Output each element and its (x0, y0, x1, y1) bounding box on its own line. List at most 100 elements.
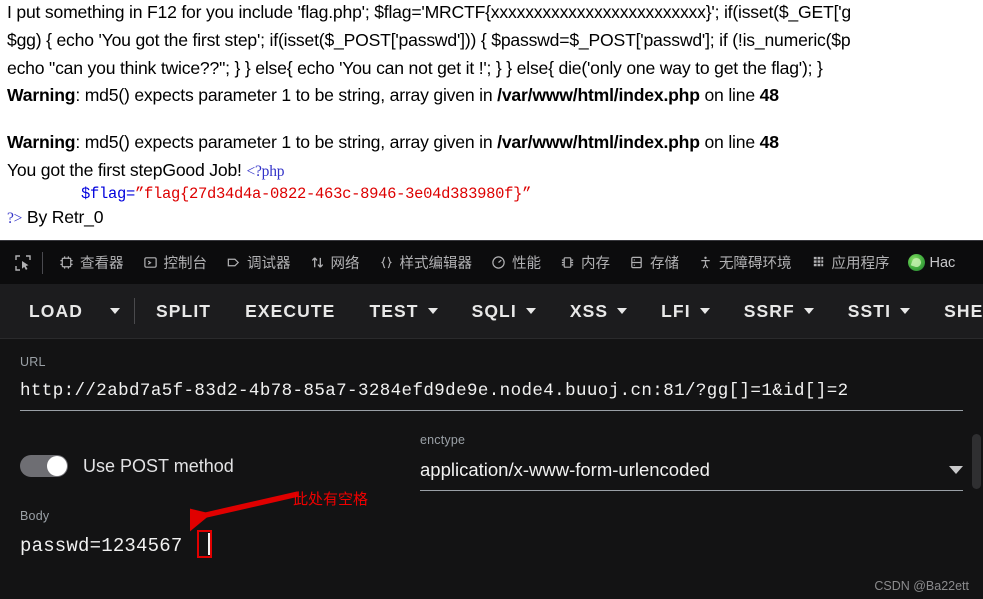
php-warning-line-1: Warning: md5() expects parameter 1 to be… (7, 86, 779, 105)
accessibility-icon (697, 254, 714, 271)
php-close-tag: ?> (7, 210, 23, 227)
tab-inspector-label: 查看器 (80, 256, 124, 272)
toggle-knob (47, 456, 67, 476)
hackbar-lfi-menu[interactable]: LFI (654, 301, 717, 322)
tab-style-editor-label: 样式编辑器 (399, 256, 473, 272)
csdn-watermark: CSDN @Ba22ett (874, 579, 969, 593)
storage-icon (628, 254, 645, 271)
console-icon (142, 254, 159, 271)
tab-accessibility[interactable]: 无障碍环境 (688, 241, 801, 284)
flag-quote-close: ” (522, 185, 532, 203)
element-picker-icon[interactable] (6, 248, 40, 278)
hackbar-ssti-menu[interactable]: SSTI (841, 301, 917, 322)
hackbar-menu-bar: LOAD SPLIT EXECUTE TEST SQLI XSS LFI SSR… (0, 284, 983, 339)
warning-label-2: Warning (7, 132, 76, 152)
xss-chevron-down-icon (617, 308, 628, 314)
tab-network[interactable]: 网络 (300, 241, 369, 284)
enctype-label: enctype (420, 433, 466, 447)
hackbar-sqli-menu[interactable]: SQLI (465, 301, 543, 322)
enctype-underline (420, 490, 963, 491)
hackbar-test-label: TEST (369, 300, 419, 321)
use-post-method-label: Use POST method (83, 455, 234, 476)
warning-text-2: : md5() expects parameter 1 to be string… (75, 132, 498, 152)
php-close-line: ?> By Retr_0 (7, 207, 104, 228)
tab-application[interactable]: 应用程序 (801, 241, 899, 284)
tab-application-label: 应用程序 (831, 256, 890, 272)
post-and-enctype-row: Use POST method enctype application/x-ww… (20, 433, 963, 491)
lfi-chevron-down-icon (699, 308, 710, 314)
warning-suffix: on line (699, 85, 760, 105)
space-highlight-box (197, 530, 212, 558)
warning-line-number: 48 (759, 85, 779, 105)
hackbar-lfi-label: LFI (661, 300, 691, 321)
enctype-select[interactable]: application/x-www-form-urlencoded (420, 447, 963, 490)
ssrf-chevron-down-icon (803, 308, 814, 314)
body-input[interactable]: passwd=1234567 (20, 523, 963, 599)
test-chevron-down-icon (427, 308, 438, 314)
hackbar-ssrf-label: SSRF (743, 300, 795, 321)
application-icon (810, 254, 827, 271)
tab-performance[interactable]: 性能 (481, 241, 550, 284)
got-first-step-line: You got the first stepGood Job! <?php (7, 160, 285, 181)
hackbar-execute-button[interactable]: EXECUTE (238, 301, 342, 322)
tab-memory-label: 内存 (581, 256, 610, 272)
hackbar-scrollbar-thumb[interactable] (972, 434, 981, 489)
text-cursor (208, 533, 210, 555)
tab-console-label: 控制台 (163, 256, 208, 272)
load-chevron-down-icon[interactable] (109, 308, 120, 314)
flag-line: $flag=”flag{27d34d4a-0822-463c-8946-3e04… (7, 183, 531, 204)
tab-hackbar[interactable]: Hac (899, 241, 965, 284)
style-editor-icon (378, 254, 395, 271)
hackbar-shell-label: SHELL (944, 300, 983, 321)
hackbar-split-button[interactable]: SPLIT (149, 301, 218, 322)
hackbar-xss-menu[interactable]: XSS (563, 301, 634, 322)
toolbar-divider (42, 251, 43, 274)
php-warning-line-2: Warning: md5() expects parameter 1 to be… (7, 133, 779, 152)
php-source-line-1: I put something in F12 for you include '… (7, 2, 852, 22)
hackbar-split-label: SPLIT (155, 300, 212, 321)
performance-icon (490, 254, 507, 271)
hackbar-load-button[interactable]: LOAD (22, 301, 90, 322)
hackbar-ssrf-menu[interactable]: SSRF (737, 301, 821, 322)
browser-page-content: I put something in F12 for you include '… (0, 0, 983, 240)
body-field-label: Body (20, 509, 50, 523)
tab-console[interactable]: 控制台 (133, 241, 217, 284)
body-input-text: passwd=1234567 (20, 535, 195, 557)
tab-accessibility-label: 无障碍环境 (719, 256, 792, 272)
inspector-icon (58, 254, 75, 271)
enctype-selected-value: application/x-www-form-urlencoded (420, 459, 710, 480)
tab-debugger[interactable]: 调试器 (216, 241, 300, 284)
tab-performance-label: 性能 (512, 256, 541, 272)
tab-memory[interactable]: 内存 (550, 241, 619, 284)
use-post-method-row[interactable]: Use POST method (20, 433, 420, 477)
tab-style-editor[interactable]: 样式编辑器 (369, 241, 482, 284)
ssti-chevron-down-icon (900, 308, 911, 314)
sqli-chevron-down-icon (525, 308, 536, 314)
got-first-step-text: You got the first stepGood Job! (7, 160, 247, 180)
hackbar-body: URL http://2abd7a5f-83d2-4b78-85a7-3284e… (0, 355, 983, 599)
url-input[interactable]: http://2abd7a5f-83d2-4b78-85a7-3284efd9d… (20, 369, 963, 410)
hackbar-sqli-label: SQLI (471, 300, 517, 321)
warning-file-path-2: /var/www/html/index.php (497, 132, 700, 152)
hackbar-panel: LOAD SPLIT EXECUTE TEST SQLI XSS LFI SSR… (0, 284, 983, 599)
warning-text: : md5() expects parameter 1 to be string… (75, 85, 498, 105)
warning-line-number-2: 48 (759, 132, 779, 152)
hackbar-test-menu[interactable]: TEST (362, 301, 444, 322)
tab-storage[interactable]: 存储 (619, 241, 688, 284)
devtools-toolbar: 查看器 控制台 调试器 网络 样式编辑器 性能 内存 存储 无障碍环境 应用程序… (0, 240, 983, 284)
tab-inspector[interactable]: 查看器 (49, 241, 133, 284)
hackbar-ssti-label: SSTI (847, 300, 892, 321)
debugger-icon (225, 254, 242, 271)
body-field: Body passwd=1234567 (20, 509, 963, 599)
tab-storage-label: 存储 (650, 256, 679, 272)
hackbar-xss-label: XSS (569, 300, 609, 321)
tab-hackbar-label: Hac (929, 254, 956, 271)
author-credit: By Retr_0 (22, 207, 104, 227)
warning-label: Warning (7, 85, 76, 105)
hackbar-load-label: LOAD (29, 300, 83, 321)
warning-file-path: /var/www/html/index.php (497, 85, 700, 105)
url-field-label: URL (20, 355, 46, 369)
hackbar-shell-menu[interactable]: SHELL (937, 301, 983, 322)
enctype-chevron-down-icon (949, 466, 963, 474)
use-post-method-toggle[interactable] (20, 455, 68, 477)
